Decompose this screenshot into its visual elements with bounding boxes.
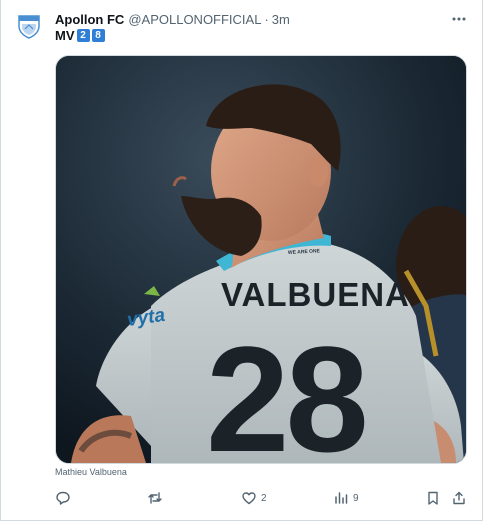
jersey-name: VALBUENA	[221, 276, 410, 313]
account-handle[interactable]: @APOLLONOFFICIAL	[128, 12, 261, 27]
photo-caption: Mathieu Valbuena	[55, 467, 127, 477]
tweet-text-prefix: MV	[55, 28, 75, 43]
share-icon	[453, 491, 465, 505]
like-button[interactable]: 2	[241, 488, 267, 508]
share-button[interactable]	[451, 488, 467, 508]
like-count: 2	[261, 492, 267, 504]
like-icon	[242, 492, 256, 505]
tweet-photo[interactable]: WE ARE ONE vyta VALBUENA 28	[55, 55, 467, 464]
more-icon	[452, 17, 466, 21]
views-icon	[335, 492, 348, 504]
jersey-number: 28	[206, 315, 365, 463]
tweet-header: Apollon FC @APOLLONOFFICIAL · 3m	[55, 10, 468, 28]
retweet-button[interactable]	[147, 488, 167, 508]
tweet-timestamp[interactable]: 3m	[272, 12, 290, 27]
tweet-card[interactable]: Apollon FC @APOLLONOFFICIAL · 3m MV 2 8	[0, 0, 483, 521]
views-button[interactable]: 9	[333, 488, 359, 508]
retweet-icon	[148, 492, 162, 504]
dot-separator: ·	[264, 11, 269, 27]
tweet-text: MV 2 8	[55, 28, 105, 43]
bookmark-button[interactable]	[425, 488, 441, 508]
keycap-digit-2: 2	[76, 29, 90, 42]
player-photo: WE ARE ONE vyta VALBUENA 28	[56, 56, 466, 463]
bookmark-icon	[428, 491, 438, 505]
reply-button[interactable]	[55, 488, 75, 508]
more-button[interactable]	[450, 11, 468, 27]
avatar[interactable]	[15, 12, 43, 40]
apollon-crest-icon	[18, 15, 40, 39]
reply-icon	[56, 491, 70, 505]
account-name[interactable]: Apollon FC	[55, 12, 124, 27]
keycap-digit-8: 8	[91, 29, 105, 42]
tweet-actions: 2 9	[55, 488, 469, 508]
views-count: 9	[353, 492, 359, 504]
